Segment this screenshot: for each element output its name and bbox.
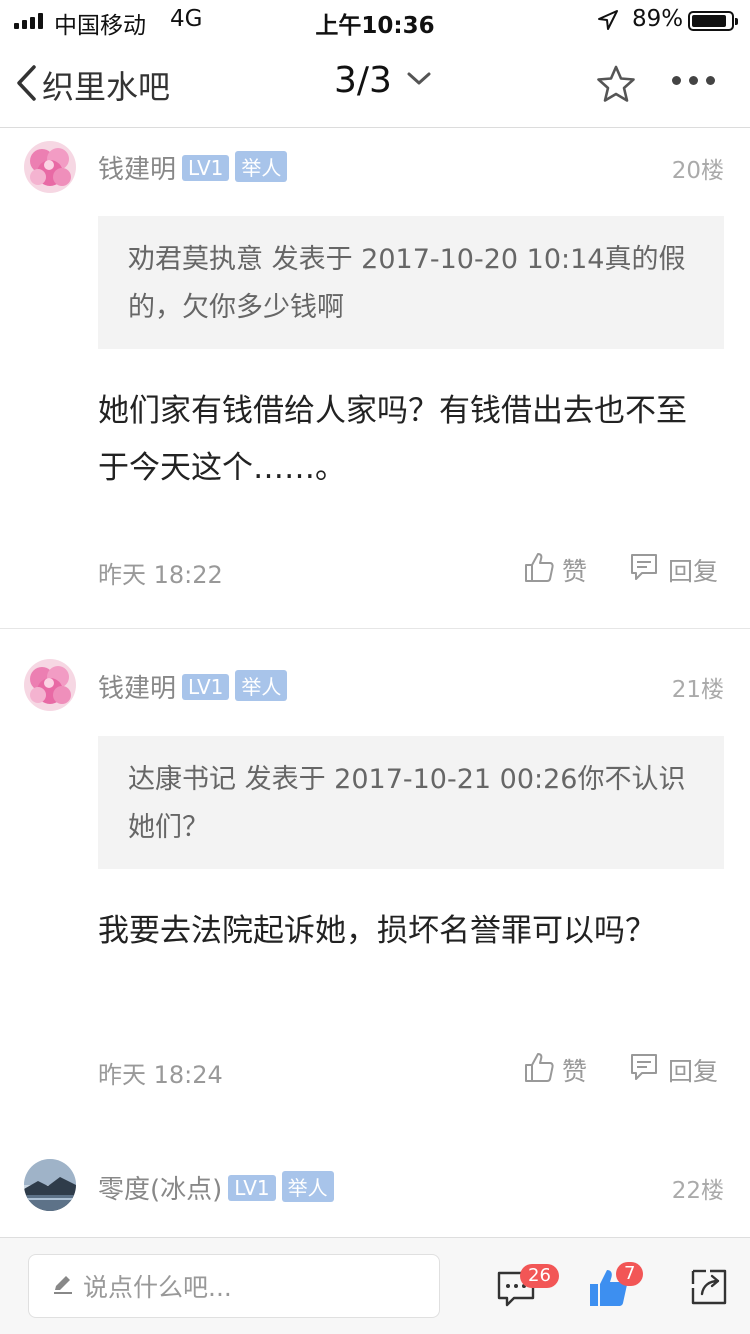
comments-button[interactable]: 26	[496, 1264, 559, 1312]
like-count-badge: 7	[616, 1262, 644, 1286]
share-icon	[690, 1269, 728, 1310]
comment-icon	[628, 1051, 668, 1089]
quoted-reply[interactable]: 劝君莫执意 发表于 2017-10-20 10:14真的假的，欠你多少钱啊	[98, 216, 724, 349]
status-bar: 中国移动 4G 上午10:36 89%	[0, 0, 750, 40]
location-arrow-icon	[597, 9, 619, 37]
star-icon[interactable]	[596, 64, 636, 108]
reply-label: 回复	[668, 557, 719, 586]
reply-content: 我要去法院起诉她，损坏名誉罪可以吗？	[98, 913, 656, 949]
avatar[interactable]	[24, 141, 76, 193]
forum-name: 织里水吧	[42, 68, 171, 106]
user-name[interactable]: 零度(冰点)	[98, 1175, 222, 1205]
thumbs-up-filled-icon	[588, 1270, 628, 1312]
rank-badge: 举人	[235, 151, 288, 182]
avatar[interactable]	[24, 1159, 76, 1211]
like-button[interactable]: 赞	[524, 551, 587, 589]
reply-time: 昨天 18:22	[98, 561, 223, 589]
thread-like-button[interactable]: 7	[588, 1262, 644, 1312]
user-name-row: 零度(冰点) LV1 举人	[98, 1169, 334, 1206]
level-badge: LV1	[228, 1175, 276, 1201]
reply-content: 她们家有钱借给人家吗？有钱借出去也不至于今天这个……。	[98, 393, 687, 486]
user-name-row: 钱建明 LV1 举人	[98, 668, 288, 705]
battery-percent: 89%	[632, 6, 684, 32]
reply-item: 钱建明 LV1 举人 20楼 劝君莫执意 发表于 2017-10-20 10:14真…	[0, 129, 750, 629]
level-badge: LV1	[182, 155, 230, 181]
reply-time: 昨天 18:24	[98, 1061, 223, 1089]
reply-item: 钱建明 LV1 举人 21楼 达康书记 发表于 2017-10-21 00:26你不…	[0, 629, 750, 1139]
floor-number: 22楼	[671, 1178, 724, 1204]
comment-count-badge: 26	[520, 1264, 559, 1288]
page-indicator: 3/3	[334, 60, 392, 101]
reply-label: 回复	[668, 1057, 719, 1086]
comment-icon	[628, 551, 668, 589]
comment-input[interactable]: 说点什么吧...	[28, 1254, 440, 1318]
reply-list: 钱建明 LV1 举人 20楼 劝君莫执意 发表于 2017-10-20 10:14真…	[0, 129, 750, 1237]
quoted-reply[interactable]: 达康书记 发表于 2017-10-21 00:26你不认识她们？	[98, 736, 724, 869]
user-name[interactable]: 钱建明	[98, 674, 176, 704]
avatar[interactable]	[24, 659, 76, 711]
share-button[interactable]	[690, 1268, 728, 1310]
reply-button[interactable]: 回复	[628, 1051, 718, 1089]
back-button[interactable]: 织里水吧	[14, 62, 170, 108]
nav-bar: 织里水吧 3/3	[0, 40, 750, 128]
comment-bubble-icon	[496, 1271, 536, 1312]
floor-number: 21楼	[671, 677, 724, 703]
pencil-icon	[51, 1272, 75, 1300]
more-dots-icon[interactable]	[672, 76, 715, 85]
like-button[interactable]: 赞	[524, 1051, 587, 1089]
like-label: 赞	[562, 1057, 588, 1086]
reply-item: 零度(冰点) LV1 举人 22楼	[0, 1139, 750, 1237]
floor-number: 20楼	[671, 158, 724, 184]
rank-badge: 举人	[281, 1171, 334, 1202]
thumbs-up-icon	[524, 1051, 562, 1089]
rank-badge: 举人	[235, 670, 288, 701]
like-label: 赞	[562, 557, 588, 586]
chevron-left-icon	[14, 63, 38, 107]
reply-button[interactable]: 回复	[628, 551, 718, 589]
user-name-row: 钱建明 LV1 举人	[98, 149, 288, 186]
battery-icon	[688, 11, 738, 31]
thumbs-up-icon	[524, 551, 562, 589]
bottom-toolbar: 说点什么吧... 26 7	[0, 1237, 750, 1334]
comment-placeholder: 说点什么吧...	[83, 1273, 232, 1302]
user-name[interactable]: 钱建明	[98, 155, 176, 185]
page-selector[interactable]: 3/3	[334, 60, 432, 101]
chevron-down-icon	[406, 71, 432, 91]
level-badge: LV1	[182, 674, 230, 700]
